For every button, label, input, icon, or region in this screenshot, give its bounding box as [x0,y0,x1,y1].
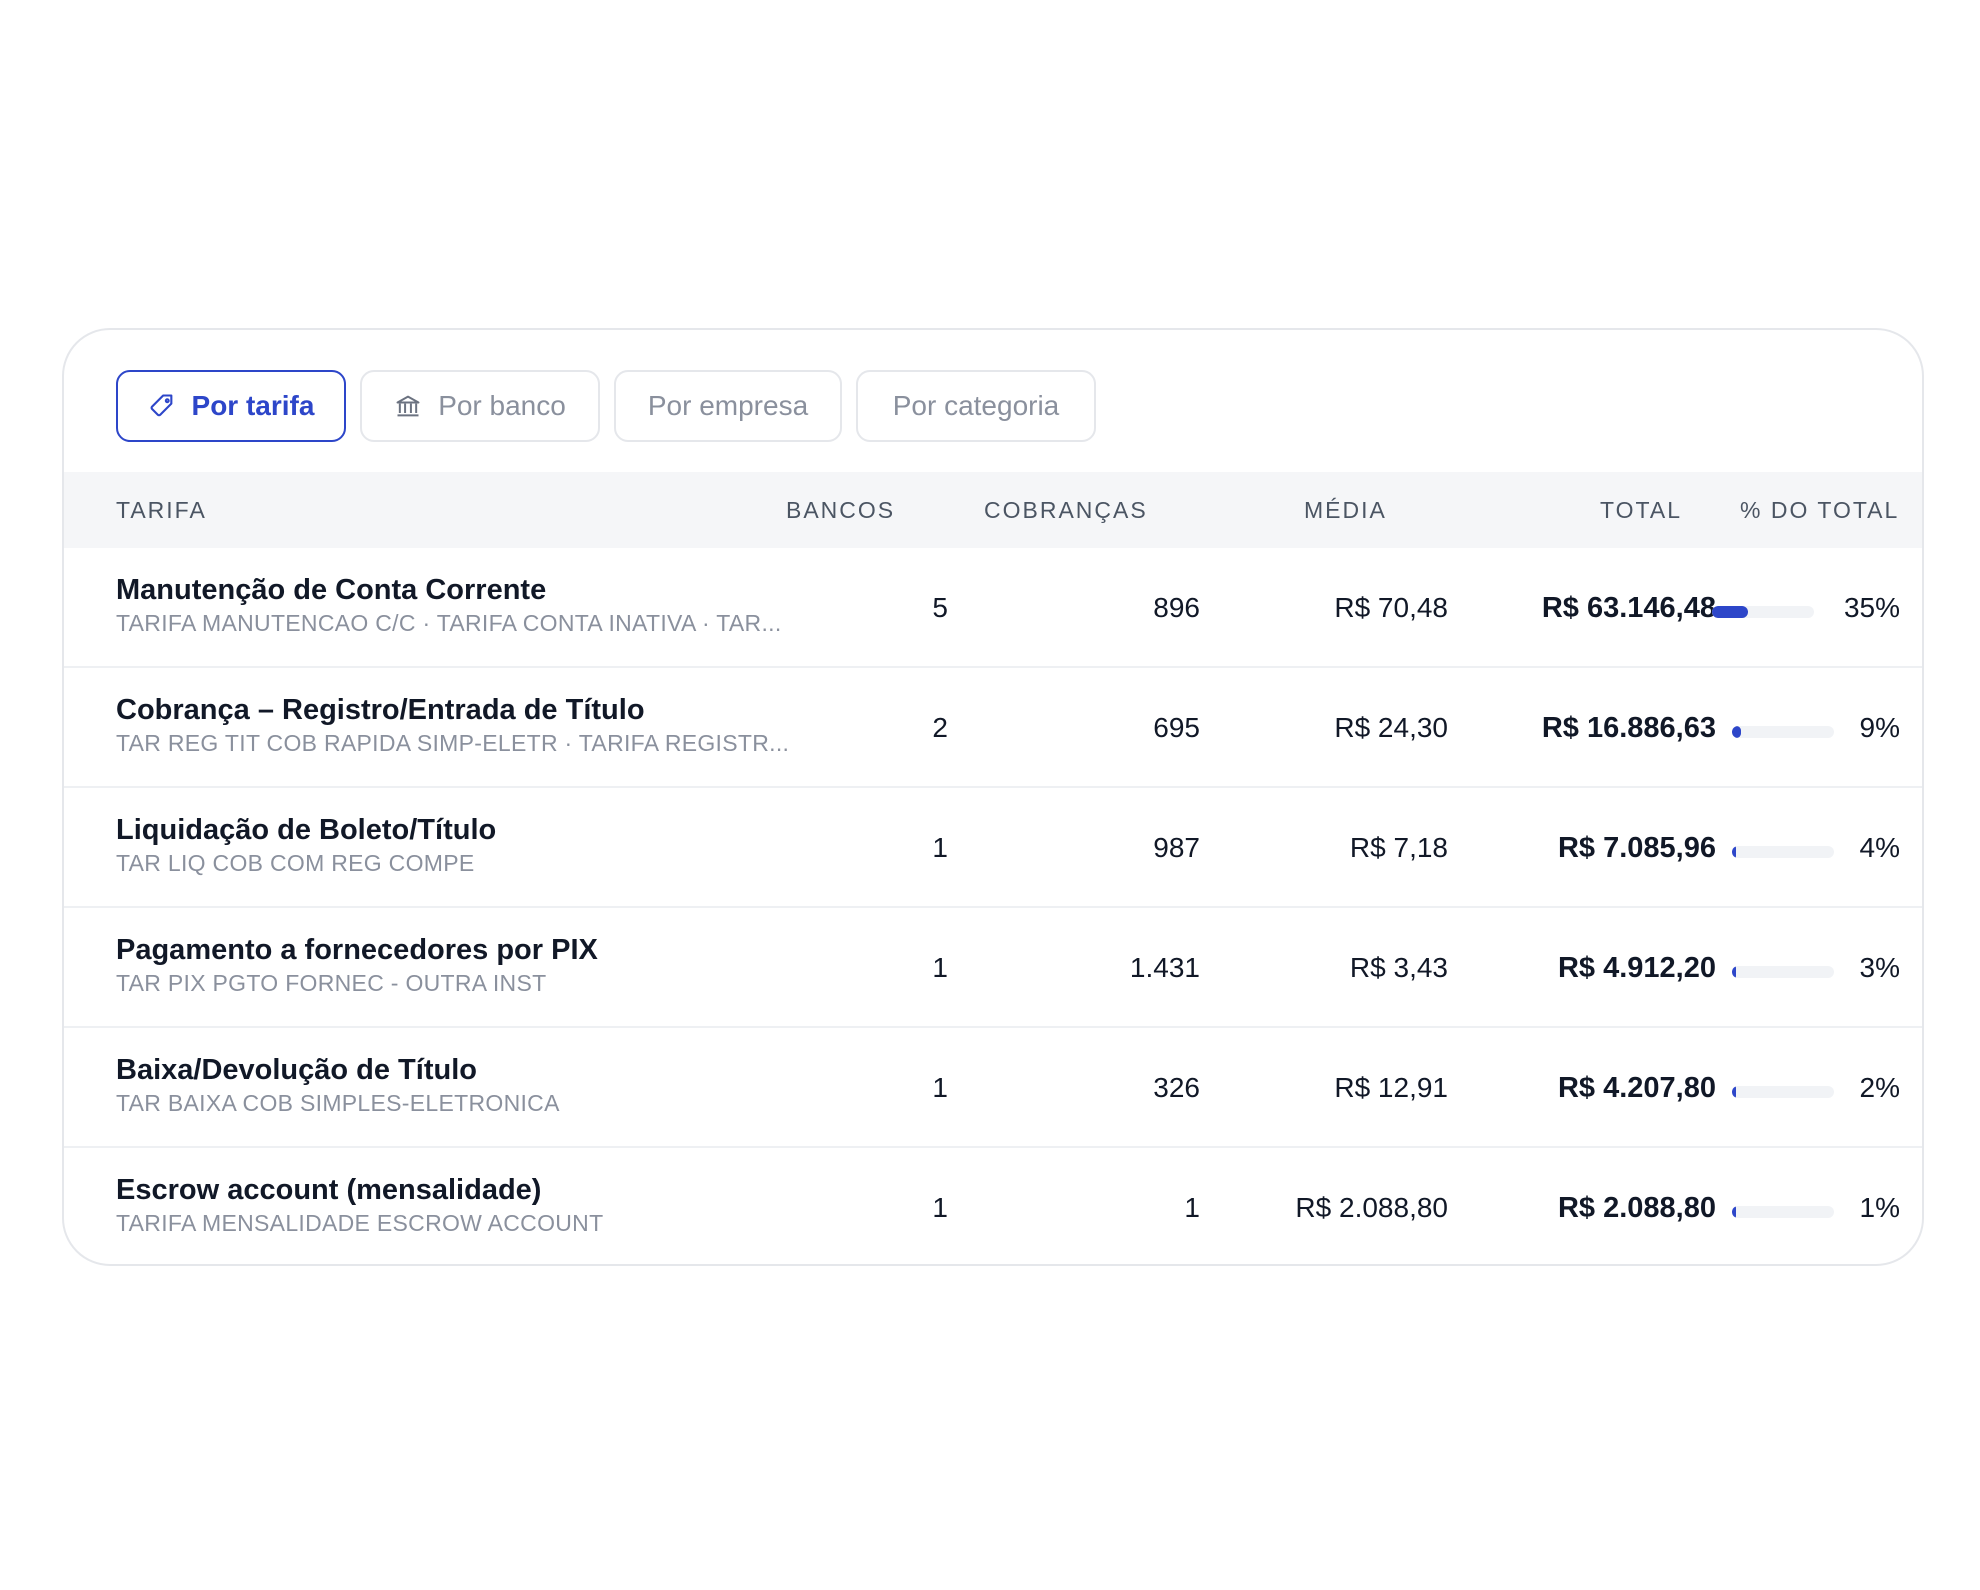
tab-label: Por categoria [892,390,1060,421]
table-row[interactable]: Liquidação de Boleto/Título TAR LIQ COB … [64,788,1922,908]
media-value: R$ 2.088,80 [1295,1192,1448,1223]
total-value: R$ 4.912,20 [1557,951,1716,984]
cobrancas-count: 896 [1153,592,1200,623]
tab-label: Por banco [438,390,566,421]
bancos-count: 1 [932,1192,948,1223]
tarifa-name: Pagamento a fornecedores por PIX [116,934,598,966]
media-value: R$ 24,30 [1334,712,1448,743]
tarifa-description: TARIFA MANUTENCAO C/C · TARIFA CONTA INA… [116,610,782,636]
row-title-block: Cobrança – Registro/Entrada de Título TA… [116,692,789,758]
pct-bar-fill [1732,726,1742,738]
pct-bar-fill [1732,966,1736,978]
view-tabs: Por tarifa Por banco Por empresa Por cat… [116,370,1096,442]
pct-value: 35% [1843,592,1900,623]
cobrancas-count: 1.431 [1129,952,1200,983]
tag-icon [148,392,176,420]
row-title-block: Baixa/Devolução de Título TAR BAIXA COB … [116,1052,560,1118]
pct-bar [1712,606,1814,618]
pct-value: 4% [1859,832,1900,863]
tarifa-name: Cobrança – Registro/Entrada de Título [116,694,645,726]
tarifa-description: TAR REG TIT COB RAPIDA SIMP-ELETR · TARI… [116,730,790,756]
bancos-count: 1 [932,832,948,863]
media-value: R$ 70,48 [1334,592,1448,623]
cobrancas-count: 1 [1184,1192,1200,1223]
pct-value: 9% [1859,712,1900,743]
total-value: R$ 7.085,96 [1557,831,1716,864]
tab-label: Por empresa [647,390,809,421]
total-value: R$ 63.146,48 [1541,591,1716,624]
tab-label: Por tarifa [191,390,315,421]
tarifa-name: Escrow account (mensalidade) [116,1174,542,1206]
pct-value: 2% [1859,1072,1900,1103]
col-header-pct[interactable]: % DO TOTAL [1740,472,1899,548]
bancos-count: 1 [932,1072,948,1103]
tab-por-tarifa[interactable]: Por tarifa [116,370,346,442]
row-title-block: Manutenção de Conta Corrente TARIFA MANU… [116,572,782,638]
media-value: R$ 12,91 [1334,1072,1448,1103]
fees-card: Por tarifa Por banco Por empresa Por cat… [62,328,1924,1266]
row-title-block: Liquidação de Boleto/Título TAR LIQ COB … [116,812,496,878]
table-body: Manutenção de Conta Corrente TARIFA MANU… [64,548,1922,1264]
pct-value: 1% [1859,1192,1900,1223]
tarifa-description: TARIFA MENSALIDADE ESCROW ACCOUNT [116,1210,604,1236]
pct-bar-fill [1712,606,1748,618]
tarifa-name: Liquidação de Boleto/Título [116,814,497,846]
col-header-bancos[interactable]: BANCOS [786,472,895,548]
col-header-cobrancas[interactable]: COBRANÇAS [984,472,1148,548]
cobrancas-count: 987 [1153,832,1200,863]
bank-icon [394,392,422,420]
table-row[interactable]: Cobrança – Registro/Entrada de Título TA… [64,668,1922,788]
table-header: TARIFA BANCOS COBRANÇAS MÉDIA TOTAL % DO… [64,472,1922,548]
col-header-tarifa[interactable]: TARIFA [116,472,207,548]
col-header-total[interactable]: TOTAL [1600,472,1682,548]
bancos-count: 2 [932,712,948,743]
table-row[interactable]: Baixa/Devolução de Título TAR BAIXA COB … [64,1028,1922,1148]
col-header-media[interactable]: MÉDIA [1304,472,1387,548]
table-row[interactable]: Pagamento a fornecedores por PIX TAR PIX… [64,908,1922,1028]
table-row[interactable]: Manutenção de Conta Corrente TARIFA MANU… [64,548,1922,668]
media-value: R$ 7,18 [1349,832,1448,863]
cobrancas-count: 695 [1153,712,1200,743]
tarifa-description: TAR BAIXA COB SIMPLES-ELETRONICA [116,1090,560,1116]
pct-bar-fill [1732,1206,1736,1218]
tarifa-name: Manutenção de Conta Corrente [116,574,547,606]
total-value: R$ 16.886,63 [1541,711,1716,744]
row-title-block: Pagamento a fornecedores por PIX TAR PIX… [116,932,598,998]
tarifa-name: Baixa/Devolução de Título [116,1054,477,1086]
tarifa-description: TAR PIX PGTO FORNEC - OUTRA INST [116,970,547,996]
row-title-block: Escrow account (mensalidade) TARIFA MENS… [116,1172,603,1238]
media-value: R$ 3,43 [1349,952,1448,983]
tab-por-categoria[interactable]: Por categoria [856,370,1096,442]
tab-por-empresa[interactable]: Por empresa [614,370,842,442]
total-value: R$ 2.088,80 [1557,1191,1716,1224]
pct-bar-fill [1732,1086,1736,1098]
table-row[interactable]: Escrow account (mensalidade) TARIFA MENS… [64,1148,1922,1264]
total-value: R$ 4.207,80 [1557,1071,1716,1104]
bancos-count: 1 [932,952,948,983]
tab-por-banco[interactable]: Por banco [360,370,600,442]
bancos-count: 5 [932,592,948,623]
pct-bar-fill [1732,846,1737,858]
tarifa-description: TAR LIQ COB COM REG COMPE [116,850,475,876]
pct-value: 3% [1859,952,1900,983]
cobrancas-count: 326 [1153,1072,1200,1103]
